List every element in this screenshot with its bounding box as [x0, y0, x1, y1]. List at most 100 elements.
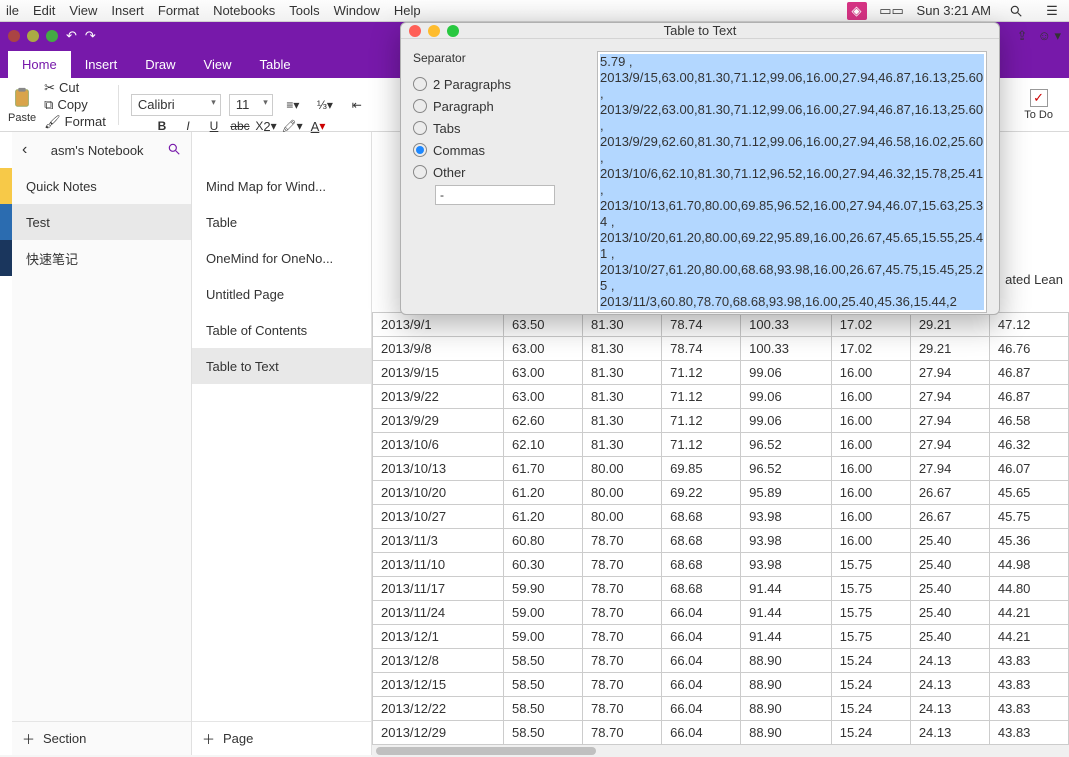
preview-pane[interactable]: 5.79 ,2013/9/15,63.00,81.30,71.12,99.06,…: [597, 51, 987, 313]
paste-label: Paste: [8, 112, 36, 124]
column-header-clip: ated Lean: [1005, 272, 1063, 287]
displays-icon[interactable]: ▭▭: [881, 3, 903, 19]
table-row[interactable]: 2013/10/662.1081.3071.1296.5216.0027.944…: [373, 433, 1069, 457]
table-row[interactable]: 2013/12/2958.5078.7066.0488.9015.2424.13…: [373, 721, 1069, 745]
todo-button[interactable]: ✓ To Do: [1024, 89, 1053, 121]
plus-icon: ＋: [202, 729, 215, 748]
menu-notebooks[interactable]: Notebooks: [213, 3, 275, 18]
format-button[interactable]: 🖌Format: [44, 114, 106, 130]
page-column: Mind Map for Wind...TableOneMind for One…: [192, 132, 372, 755]
add-section-button[interactable]: ＋ Section: [12, 721, 191, 755]
copy-button[interactable]: ⧉Copy: [44, 97, 106, 113]
table-row[interactable]: 2013/9/2263.0081.3071.1299.0616.0027.944…: [373, 385, 1069, 409]
minimize-icon[interactable]: [428, 25, 440, 37]
page-item[interactable]: Table: [192, 204, 371, 240]
page-item[interactable]: Mind Map for Wind...: [192, 168, 371, 204]
tab-draw[interactable]: Draw: [131, 51, 189, 78]
font-color-button[interactable]: A▾: [306, 115, 330, 137]
table-row[interactable]: 2013/11/1759.9078.7068.6891.4415.7525.40…: [373, 577, 1069, 601]
other-separator-input[interactable]: [435, 185, 555, 205]
section-item[interactable]: Test: [12, 204, 191, 240]
section-colors: [0, 132, 12, 755]
redo-icon[interactable]: ↷: [85, 28, 96, 44]
radio-other[interactable]: Other: [413, 161, 583, 183]
spotlight-icon[interactable]: [1005, 4, 1027, 18]
radio-2-paragraphs[interactable]: 2 Paragraphs: [413, 73, 583, 95]
menu-format[interactable]: Format: [158, 3, 199, 18]
bullets-button[interactable]: ≡▾: [281, 94, 305, 116]
page-item[interactable]: Table to Text: [192, 348, 371, 384]
minimize-icon[interactable]: [27, 30, 39, 42]
share-icon[interactable]: ⇪: [1017, 28, 1028, 44]
radio-commas[interactable]: Commas: [413, 139, 583, 161]
strike-button[interactable]: abc: [228, 115, 252, 137]
table-row[interactable]: 2013/9/863.0081.3078.74100.3317.0229.214…: [373, 337, 1069, 361]
table-row[interactable]: 2013/11/360.8078.7068.6893.9816.0025.404…: [373, 529, 1069, 553]
notebook-title[interactable]: asm's Notebook: [27, 143, 167, 158]
zoom-icon[interactable]: [447, 25, 459, 37]
ruby-icon: ◈: [847, 2, 867, 20]
undo-icon[interactable]: ↶: [66, 28, 77, 44]
horizontal-scrollbar[interactable]: [372, 745, 1069, 757]
page-item[interactable]: Table of Contents: [192, 312, 371, 348]
table-row[interactable]: 2013/11/1060.3078.7068.6893.9815.7525.40…: [373, 553, 1069, 577]
outdent-button[interactable]: ⇤: [345, 94, 369, 116]
page-item[interactable]: OneMind for OneNo...: [192, 240, 371, 276]
section-item[interactable]: 快速笔记: [12, 240, 191, 276]
table-row[interactable]: 2013/10/2061.2080.0069.2295.8916.0026.67…: [373, 481, 1069, 505]
scissors-icon: ✂: [44, 80, 55, 96]
menu-edit[interactable]: Edit: [33, 3, 55, 18]
menu-help[interactable]: Help: [394, 3, 421, 18]
section-column: ‹ asm's Notebook Quick NotesTest快速笔记 ＋ S…: [12, 132, 192, 755]
menu-icon[interactable]: ☰: [1041, 3, 1063, 19]
checkbox-icon: ✓: [1030, 89, 1048, 107]
window-controls[interactable]: [8, 30, 58, 42]
menu-ile[interactable]: ile: [6, 3, 19, 18]
dialog-title: Table to Text: [409, 23, 991, 38]
italic-button[interactable]: I: [176, 115, 200, 137]
table-row[interactable]: 2013/12/159.0078.7066.0491.4415.7525.404…: [373, 625, 1069, 649]
tab-table[interactable]: Table: [246, 51, 305, 78]
underline-button[interactable]: U: [202, 115, 226, 137]
numbering-button[interactable]: ⅓▾: [313, 94, 337, 116]
table-row[interactable]: 2013/11/2459.0078.7066.0491.4415.7525.40…: [373, 601, 1069, 625]
radio-paragraph[interactable]: Paragraph: [413, 95, 583, 117]
menu-view[interactable]: View: [69, 3, 97, 18]
table-row[interactable]: 2013/10/2761.2080.0068.6893.9816.0026.67…: [373, 505, 1069, 529]
smiley-icon[interactable]: ☺ ▾: [1038, 28, 1061, 44]
radio-tabs[interactable]: Tabs: [413, 117, 583, 139]
separator-label: Separator: [413, 51, 583, 65]
menu-insert[interactable]: Insert: [111, 3, 144, 18]
clock[interactable]: Sun 3:21 AM: [917, 3, 991, 18]
paste-icon[interactable]: [11, 86, 33, 110]
size-select[interactable]: 11: [229, 94, 273, 116]
scrollbar-thumb[interactable]: [376, 747, 596, 755]
highlight-button[interactable]: 🖍▾: [280, 115, 304, 137]
page-item[interactable]: Untitled Page: [192, 276, 371, 312]
table-row[interactable]: 2013/12/1558.5078.7066.0488.9015.2424.13…: [373, 673, 1069, 697]
table-row[interactable]: 2013/9/1563.0081.3071.1299.0616.0027.944…: [373, 361, 1069, 385]
table-row[interactable]: 2013/12/858.5078.7066.0488.9015.2424.134…: [373, 649, 1069, 673]
cut-button[interactable]: ✂Cut: [44, 80, 106, 96]
section-item[interactable]: Quick Notes: [12, 168, 191, 204]
bold-button[interactable]: B: [150, 115, 174, 137]
brush-icon: 🖌: [44, 114, 61, 130]
subscript-button[interactable]: X2▾: [254, 115, 278, 137]
data-table[interactable]: 2013/9/163.5081.3078.74100.3317.0229.214…: [372, 312, 1069, 745]
close-icon[interactable]: [409, 25, 421, 37]
tab-home[interactable]: Home: [8, 51, 71, 78]
menu-window[interactable]: Window: [334, 3, 380, 18]
zoom-icon[interactable]: [46, 30, 58, 42]
font-select[interactable]: Calibri: [131, 94, 221, 116]
add-page-button[interactable]: ＋ Page: [192, 721, 371, 755]
search-icon[interactable]: [167, 142, 181, 159]
table-row[interactable]: 2013/9/2962.6081.3071.1299.0616.0027.944…: [373, 409, 1069, 433]
tab-insert[interactable]: Insert: [71, 51, 132, 78]
plus-icon: ＋: [22, 729, 35, 748]
menu-tools[interactable]: Tools: [289, 3, 319, 18]
table-to-text-dialog: Table to Text Separator 2 ParagraphsPara…: [400, 22, 1000, 315]
table-row[interactable]: 2013/12/2258.5078.7066.0488.9015.2424.13…: [373, 697, 1069, 721]
table-row[interactable]: 2013/10/1361.7080.0069.8596.5216.0027.94…: [373, 457, 1069, 481]
close-icon[interactable]: [8, 30, 20, 42]
tab-view[interactable]: View: [190, 51, 246, 78]
